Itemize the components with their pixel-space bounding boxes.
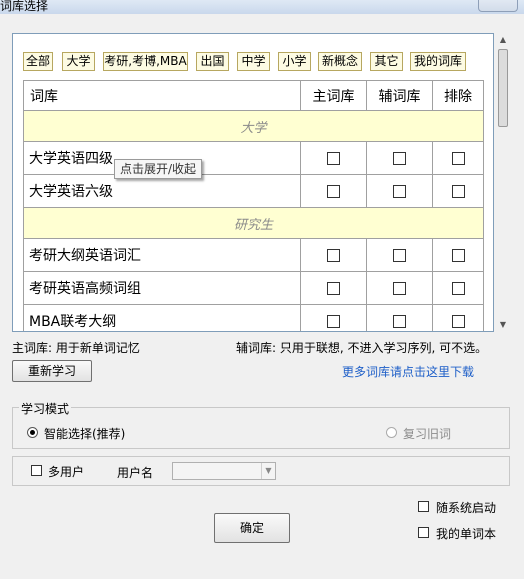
library-name: 大学英语六级 [23, 174, 301, 208]
filter-primary-school[interactable]: 小学 [278, 52, 311, 71]
filter-abroad[interactable]: 出国 [196, 52, 229, 71]
library-name: 考研大纲英语词汇 [23, 238, 301, 272]
filter-graduate-mba[interactable]: 考研,考博,MBA [103, 52, 188, 71]
autostart-checkbox[interactable] [418, 501, 429, 512]
smart-mode-radio[interactable] [27, 427, 38, 438]
main-checkbox[interactable] [327, 249, 340, 262]
scroll-up-icon[interactable]: ▲ [496, 33, 510, 47]
header-main: 主词库 [300, 80, 367, 111]
aux-library-note: 辅词库: 只用于联想, 不进入学习序列, 可不选。 [236, 341, 488, 355]
aux-checkbox[interactable] [393, 315, 406, 328]
expand-collapse-tooltip: 点击展开/收起 [114, 159, 203, 179]
ok-button[interactable]: 确定 [214, 513, 290, 543]
exclude-checkbox[interactable] [451, 152, 465, 165]
main-checkbox[interactable] [327, 185, 340, 198]
library-panel: 全部 大学 考研,考博,MBA 出国 中学 小学 新概念 其它 我的词库 词库 … [12, 33, 494, 332]
smart-mode-label[interactable]: 智能选择(推荐) [44, 425, 125, 442]
scroll-down-icon[interactable]: ▼ [496, 318, 510, 332]
category-row-graduate[interactable]: 研究生 [23, 207, 484, 239]
library-scrollbar[interactable]: ▲ ▼ [496, 33, 510, 332]
main-checkbox[interactable] [327, 315, 340, 328]
table-row: 考研英语高频词组 [23, 271, 484, 305]
table-header: 词库 主词库 辅词库 排除 [23, 80, 484, 111]
multi-user-label[interactable]: 多用户 [48, 463, 84, 480]
exclude-checkbox[interactable] [451, 249, 465, 262]
aux-checkbox[interactable] [393, 249, 406, 262]
multi-user-checkbox[interactable] [31, 465, 42, 476]
library-name: 考研英语高频词组 [23, 271, 301, 305]
study-mode-group: 学习模式 智能选择(推荐) 复习旧词 [12, 400, 510, 449]
category-row-university[interactable]: 大学 [23, 110, 484, 142]
header-exclude: 排除 [432, 80, 484, 111]
table-row: 考研大纲英语词汇 [23, 238, 484, 272]
close-button[interactable] [478, 0, 518, 12]
exclude-checkbox[interactable] [451, 185, 465, 198]
aux-checkbox[interactable] [393, 152, 406, 165]
my-words-label[interactable]: 我的单词本 [436, 525, 496, 542]
filter-my-library[interactable]: 我的词库 [410, 52, 466, 71]
relearn-button[interactable]: 重新学习 [12, 360, 92, 382]
chevron-down-icon[interactable]: ▼ [261, 463, 275, 479]
aux-checkbox[interactable] [393, 185, 406, 198]
main-library-note: 主词库: 用于新单词记忆 [12, 341, 140, 355]
aux-checkbox[interactable] [393, 282, 406, 295]
main-checkbox[interactable] [327, 152, 340, 165]
library-name: MBA联考大纲 [23, 304, 301, 331]
window-title: 词库选择 [0, 0, 49, 13]
main-checkbox[interactable] [327, 282, 340, 295]
filter-middle-school[interactable]: 中学 [237, 52, 270, 71]
review-mode-radio[interactable] [386, 427, 397, 438]
download-more-link[interactable]: 更多词库请点击这里下载 [342, 363, 474, 380]
category-label[interactable]: 大学 [23, 110, 484, 142]
filter-all[interactable]: 全部 [23, 52, 53, 71]
category-label[interactable]: 研究生 [23, 207, 484, 239]
table-row: 大学英语四级 [23, 141, 484, 175]
header-aux: 辅词库 [366, 80, 433, 111]
table-row: MBA联考大纲 [23, 304, 484, 331]
filter-other[interactable]: 其它 [370, 52, 403, 71]
exclude-checkbox[interactable] [451, 282, 465, 295]
username-label: 用户名 [117, 466, 154, 480]
filter-university[interactable]: 大学 [62, 52, 95, 71]
my-words-checkbox[interactable] [418, 527, 429, 538]
username-select[interactable]: ▼ [172, 462, 276, 480]
table-row: 大学英语六级 [23, 174, 484, 208]
scroll-thumb[interactable] [498, 49, 508, 127]
header-library: 词库 [23, 80, 301, 111]
library-table: 词库 主词库 辅词库 排除 大学 大学英语四级 大学英语六级 研究生 考研大纲英… [23, 80, 484, 331]
study-mode-legend: 学习模式 [19, 400, 72, 417]
exclude-checkbox[interactable] [451, 315, 465, 328]
review-mode-label[interactable]: 复习旧词 [403, 425, 451, 442]
title-bar: 词库选择 [0, 0, 524, 14]
autostart-label[interactable]: 随系统启动 [436, 499, 496, 516]
filter-new-concept[interactable]: 新概念 [318, 52, 362, 71]
